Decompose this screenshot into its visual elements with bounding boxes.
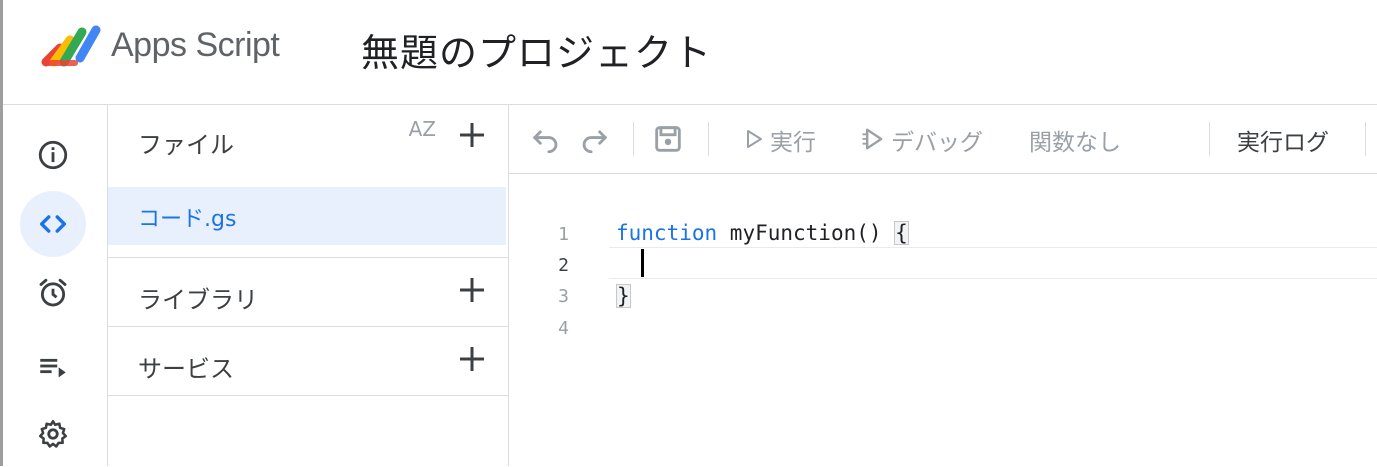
project-title[interactable]: 無題のプロジェクト [361, 22, 712, 77]
execution-log-button[interactable]: 実行ログ [1237, 123, 1329, 157]
function-select[interactable]: 関数なし [1029, 123, 1121, 157]
code-icon [39, 215, 67, 233]
debug-button[interactable]: デバッグ [891, 123, 983, 157]
app-name: Apps Script [111, 26, 280, 64]
matching-brace: } [616, 284, 631, 308]
files-panel: ファイル AZ コード.gs ライブラリ サービス [108, 105, 509, 466]
libraries-label: ライブラリ [138, 286, 258, 314]
undo-icon[interactable] [529, 122, 563, 156]
debug-icon [862, 128, 883, 150]
header: Apps Script 無題のプロジェクト [3, 0, 1377, 105]
toolbar-separator [1365, 122, 1366, 156]
info-icon [38, 140, 68, 170]
executions-icon [40, 358, 66, 378]
toolbar-separator [708, 122, 709, 156]
settings-button[interactable] [20, 401, 86, 467]
text-cursor [641, 249, 644, 277]
run-button[interactable]: 実行 [770, 123, 816, 157]
files-section-header: ファイル AZ [108, 105, 508, 173]
file-item-code-gs[interactable]: コード.gs [108, 187, 506, 245]
file-name: コード.gs [138, 207, 237, 232]
left-rail [3, 105, 108, 466]
triggers-button[interactable] [20, 260, 86, 326]
libraries-section-header: ライブラリ [108, 260, 508, 328]
line-number: 3 [558, 286, 569, 307]
add-library-icon[interactable] [454, 272, 490, 308]
code-line-1: function myFunction() { [616, 221, 909, 245]
overview-button[interactable] [20, 122, 86, 188]
files-label: ファイル [138, 131, 234, 159]
code-line-3: } [616, 284, 631, 308]
executions-button[interactable] [20, 333, 86, 399]
keyword-function: function [616, 221, 718, 245]
redo-icon[interactable] [577, 122, 611, 156]
alarm-clock-icon [39, 278, 67, 307]
apps-script-logo-icon [41, 25, 101, 67]
editor-toolbar: 実行 デバッグ 関数なし 実行ログ [509, 105, 1377, 174]
toolbar-separator [1209, 122, 1210, 156]
gear-icon [38, 419, 68, 448]
toolbar-separator [633, 122, 634, 156]
line-number: 1 [558, 224, 569, 245]
divider [108, 326, 508, 327]
divider [108, 257, 508, 258]
line-number: 2 [558, 255, 569, 276]
add-service-icon[interactable] [454, 341, 490, 377]
sort-az-button[interactable]: AZ [409, 117, 436, 141]
matching-brace: { [894, 221, 909, 245]
services-section-header: サービス [108, 329, 508, 397]
services-label: サービス [138, 355, 234, 383]
line-number: 4 [558, 318, 569, 339]
save-icon[interactable] [651, 122, 685, 156]
current-line-highlight [609, 247, 1377, 279]
editor-button[interactable] [20, 191, 86, 257]
divider [108, 395, 508, 396]
add-file-icon[interactable] [454, 117, 490, 153]
code-editor[interactable]: 1 2 3 4 function myFunction() { } [509, 174, 1377, 466]
run-icon [747, 130, 762, 148]
function-signature: myFunction() [717, 221, 895, 245]
